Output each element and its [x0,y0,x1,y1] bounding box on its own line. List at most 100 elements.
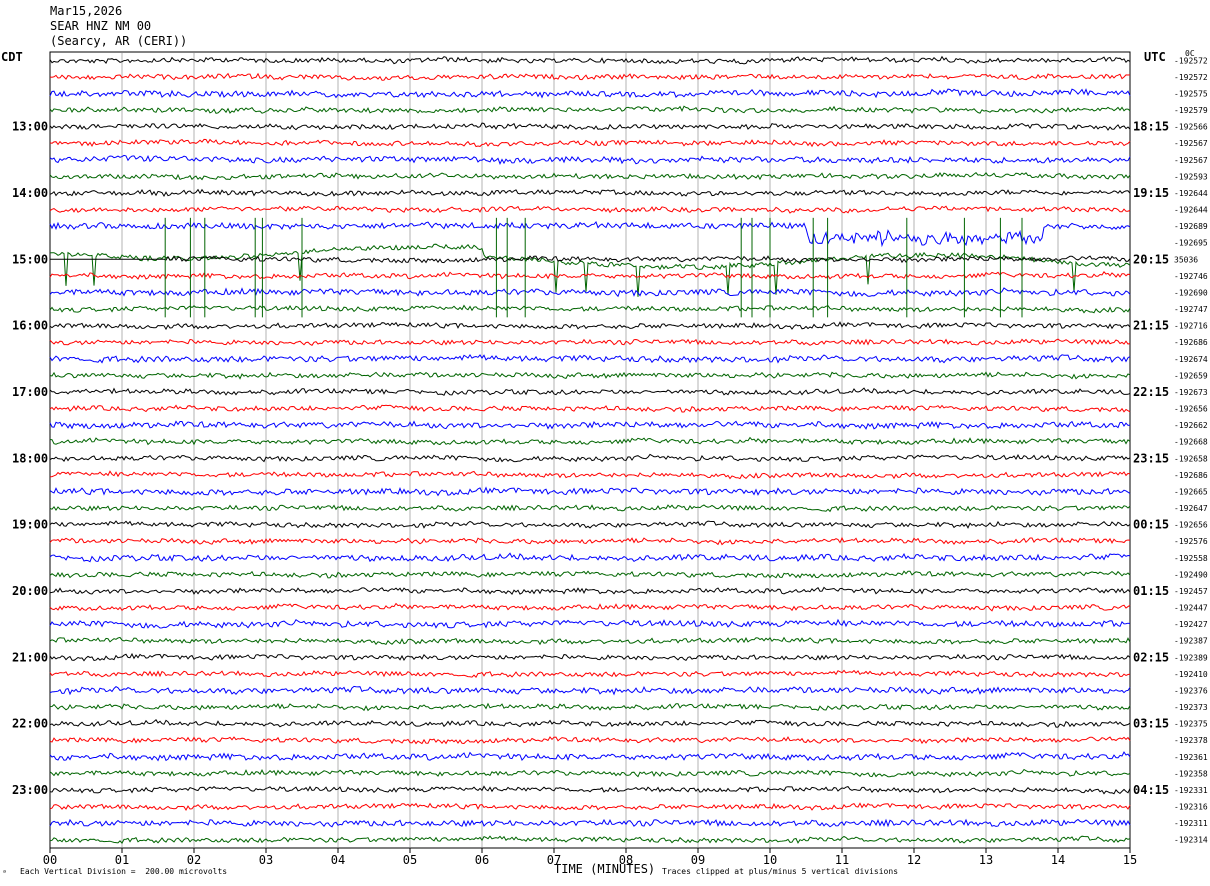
trace-offset-label: -192567 [1174,156,1208,165]
x-tick-label: 15 [1123,853,1137,867]
trace-offset-label: -192668 [1174,438,1208,447]
seismic-trace-7 [49,154,1131,165]
seismic-trace-20 [49,371,1131,380]
seismic-trace-4 [49,105,1131,114]
right-top-label: 0C [1185,49,1195,58]
trace-offset-label: -192572 [1174,73,1208,82]
x-tick-label: 10 [763,853,777,867]
trace-offset-label: -192373 [1174,703,1208,712]
right-hour-label: 04:15 [1133,783,1169,797]
right-hour-label: 02:15 [1133,650,1169,664]
seismic-trace-44 [49,768,1131,778]
trace-offset-label: -192673 [1174,388,1208,397]
trace-offset-label: -192387 [1174,637,1208,646]
left-hour-label: 17:00 [12,385,48,399]
trace-offset-label: -192662 [1174,421,1208,430]
x-tick-label: 05 [403,853,417,867]
right-hour-label: 19:15 [1133,186,1169,200]
seismic-trace-25 [49,453,1131,463]
trace-offset-label: -192358 [1174,769,1208,778]
footer-mark: ᵃ [2,868,7,877]
trace-offset-label: -192567 [1174,139,1208,148]
x-tick-label: 01 [115,853,129,867]
seismic-trace-14 [49,270,1131,280]
seismic-trace-48 [49,835,1131,844]
seismic-trace-23 [49,420,1131,430]
x-tick-label: 13 [979,853,993,867]
x-tick-label: 03 [259,853,273,867]
seismic-trace-27 [49,486,1131,497]
trace-offset-label: -192331 [1174,786,1208,795]
seismic-trace-10 [49,205,1131,214]
x-tick-label: 11 [835,853,849,867]
seismic-trace-11 [49,221,1131,248]
x-axis-title: TIME (MINUTES) [554,862,656,876]
trace-offset-label: -192689 [1174,222,1208,231]
right-hour-label: 22:15 [1133,385,1169,399]
left-hour-label: 14:00 [12,186,48,200]
seismic-trace-26 [49,470,1131,480]
seismic-trace-22 [49,404,1131,413]
left-hour-label: 16:00 [12,319,48,333]
trace-offset-label: -192674 [1174,355,1208,364]
trace-offset-label: -192593 [1174,172,1208,181]
trace-offset-label: -192579 [1174,106,1208,115]
scale-note: Each Vertical Division = 200.00 microvol… [20,867,228,876]
trace-offset-label: -192665 [1174,487,1208,496]
seismic-trace-8 [49,171,1131,181]
x-tick-label: 04 [331,853,345,867]
clip-note: Traces clipped at plus/minus 5 vertical … [662,867,899,876]
trace-offset-label: -192690 [1174,288,1208,297]
left-hour-label: 15:00 [12,252,48,266]
right-hour-label: 23:15 [1133,451,1169,465]
trace-offset-label: -192686 [1174,471,1208,480]
seismic-trace-37 [49,652,1131,662]
right-hour-label: 00:15 [1133,518,1169,532]
trace-offset-label: -192566 [1174,123,1208,132]
seismic-trace-24 [49,436,1131,446]
trace-offset-label: -192389 [1174,653,1208,662]
seismic-trace-42 [49,736,1131,745]
seismic-trace-16 [49,304,1131,314]
x-tick-label: 00 [43,853,57,867]
trace-offset-label: -192410 [1174,670,1208,679]
seismic-trace-2 [49,72,1131,81]
left-hour-label: 20:00 [12,584,48,598]
seismic-trace-45 [49,785,1131,795]
seismic-trace-31 [49,552,1131,563]
helicorder-plot: 00 01 02 03 04 05 06 07 08 09 10 11 12 13 14 15-192572-… [12,49,1208,867]
seismic-trace-28 [49,504,1131,513]
trace-offset-label: -192747 [1174,305,1208,314]
seismic-trace-18 [49,338,1131,346]
right-hour-label: 20:15 [1133,252,1169,266]
trace-offset-label: -192644 [1174,206,1208,215]
trace-offset-label: -192378 [1174,736,1208,745]
trace-offset-label: -192361 [1174,753,1208,762]
seismic-trace-12 [49,243,1131,297]
trace-offset-label: -192447 [1174,604,1208,613]
trace-offset-label: -192658 [1174,454,1208,463]
seismic-trace-30 [49,536,1131,546]
trace-offset-label: -192311 [1174,819,1208,828]
seismic-trace-43 [49,751,1131,762]
trace-offset-label: -192659 [1174,371,1208,380]
trace-offset-label: -192746 [1174,272,1208,281]
trace-offset-label: -192686 [1174,338,1208,347]
seismic-trace-19 [49,353,1131,364]
seismic-trace-47 [49,818,1131,828]
trace-offset-label: -192656 [1174,521,1208,530]
trace-offset-label: -192647 [1174,504,1208,513]
seismic-trace-32 [49,570,1131,579]
seismic-trace-39 [49,685,1131,696]
trace-offset-label: -192427 [1174,620,1208,629]
seismic-trace-21 [49,387,1131,396]
trace-offset-label: -192656 [1174,405,1208,414]
seismic-trace-34 [49,602,1131,612]
trace-offset-label: -192376 [1174,686,1208,695]
trace-offset-label: -192316 [1174,803,1208,812]
left-hour-label: 18:00 [12,451,48,465]
seismic-trace-15 [49,287,1131,298]
left-hour-label: 23:00 [12,783,48,797]
left-hour-label: 13:00 [12,120,48,134]
x-tick-label: 02 [187,853,201,867]
